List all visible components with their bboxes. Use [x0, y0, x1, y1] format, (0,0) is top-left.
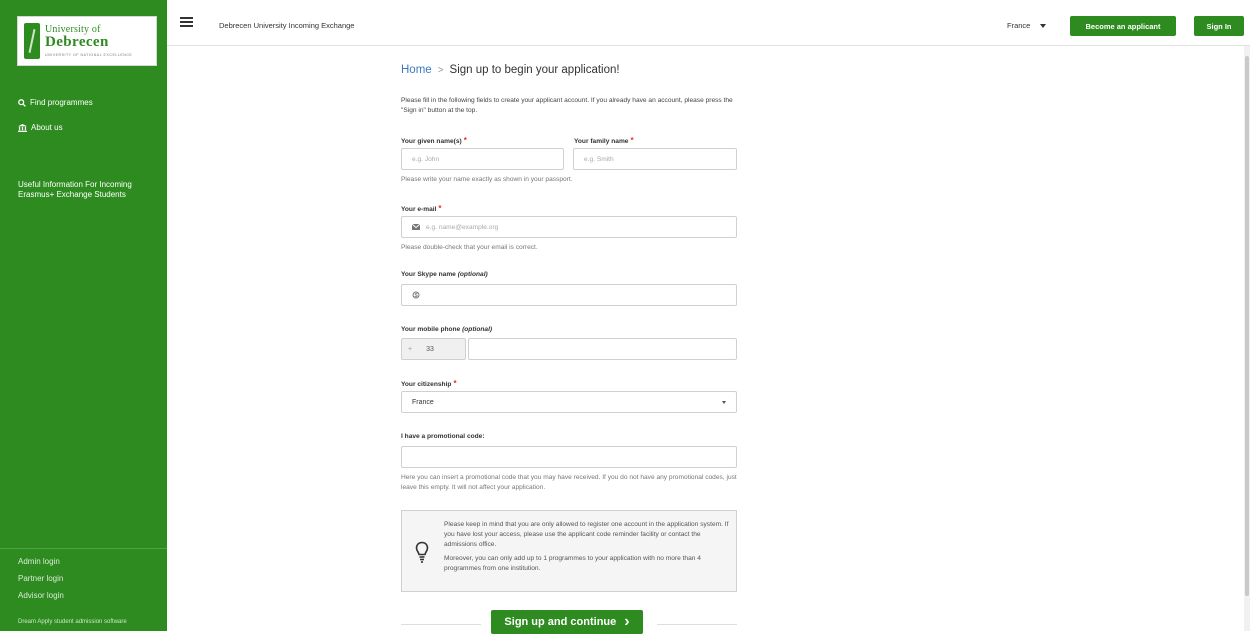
skype-label: Your Skype name (optional) [401, 271, 488, 278]
logo-emblem-icon [24, 23, 40, 59]
mobile-phone-label: Your mobile phone (optional) [401, 326, 493, 333]
institution-icon [18, 123, 27, 132]
sidebar-item-label: About us [31, 123, 63, 132]
skype-icon [412, 291, 420, 299]
phone-country-code-input[interactable]: + 33 [401, 338, 466, 360]
chevron-down-icon [1040, 23, 1047, 28]
email-label: Your e-mail * [401, 204, 442, 213]
required-marker: * [463, 136, 467, 145]
submit-row: Sign up and continue › [401, 608, 737, 634]
notice-paragraph: Moreover, you can only add up to 1 progr… [444, 555, 701, 572]
citizenship-label: Your citizenship * [401, 379, 457, 388]
envelope-icon [412, 224, 420, 230]
sign-up-continue-label: Sign up and continue [504, 616, 617, 628]
citizenship-select[interactable]: France [401, 391, 737, 413]
divider-line [401, 624, 481, 625]
notice-paragraph: Please keep in mind that you are only al… [444, 521, 729, 548]
notice-box: Please keep in mind that you are only al… [401, 510, 737, 592]
family-name-input[interactable]: e.g. Smith [573, 148, 737, 170]
chevron-right-icon: › [624, 613, 630, 630]
scrollbar[interactable] [1244, 46, 1250, 631]
required-marker: * [630, 136, 634, 145]
skype-input[interactable] [401, 284, 737, 306]
given-name-label: Your given name(s) * [401, 136, 467, 145]
country-selector[interactable]: France [1007, 21, 1047, 30]
lightbulb-icon [415, 541, 429, 563]
phone-country-code: 33 [426, 345, 434, 353]
promo-code-input[interactable] [401, 446, 737, 468]
sidebar-item-find-programmes[interactable]: Find programmes [18, 98, 93, 107]
breadcrumb-home-link[interactable]: Home [401, 64, 432, 76]
sidebar-item-label: Find programmes [30, 98, 93, 107]
university-logo[interactable]: University of Debrecen UNIVERSITY OF NAT… [17, 16, 157, 66]
chevron-down-icon [722, 400, 726, 404]
email-help-text: Please double-check that your email is c… [401, 244, 538, 251]
site-title[interactable]: Debrecen University Incoming Exchange [219, 21, 354, 30]
software-credit-link[interactable]: Dream Apply student admission software [18, 619, 127, 625]
country-selector-value: France [1007, 21, 1031, 30]
admin-login-link[interactable]: Admin login [18, 557, 60, 566]
logo-main-text: Debrecen [45, 34, 109, 50]
promo-code-label: I have a promotional code: [401, 433, 485, 440]
name-help-text: Please write your name exactly as shown … [401, 176, 573, 183]
logo-sub-text: UNIVERSITY OF NATIONAL EXCELLENCE [45, 53, 133, 57]
breadcrumb-separator: > [437, 64, 444, 76]
plus-sign: + [408, 345, 413, 353]
required-marker: * [438, 204, 442, 213]
sidebar-item-about-us[interactable]: About us [18, 123, 63, 132]
partner-login-link[interactable]: Partner login [18, 574, 63, 583]
required-marker: * [453, 379, 457, 388]
breadcrumb: Home > Sign up to begin your application… [401, 64, 620, 76]
become-applicant-button[interactable]: Become an applicant [1070, 16, 1176, 36]
divider-line [657, 624, 737, 625]
given-name-input[interactable]: e.g. John [401, 148, 564, 170]
advisor-login-link[interactable]: Advisor login [18, 591, 64, 600]
email-input[interactable]: e.g. name@example.org [401, 216, 737, 238]
top-bar: Debrecen University Incoming Exchange Fr… [167, 0, 1250, 46]
citizenship-value: France [412, 398, 434, 406]
sign-up-continue-button[interactable]: Sign up and continue › [491, 610, 643, 634]
intro-text: Please fill in the following fields to c… [401, 97, 733, 114]
sidebar-info-link[interactable]: Useful Information For Incoming Erasmus+… [18, 180, 158, 200]
phone-number-input[interactable] [468, 338, 737, 360]
promo-help-text: Here you can insert a promotional code t… [401, 474, 737, 491]
sidebar: University of Debrecen UNIVERSITY OF NAT… [0, 0, 167, 631]
scrollbar-thumb[interactable] [1245, 56, 1249, 596]
email-placeholder: e.g. name@example.org [426, 223, 499, 231]
menu-icon[interactable] [180, 17, 193, 27]
search-icon [18, 98, 26, 107]
sign-in-button[interactable]: Sign In [1194, 16, 1244, 36]
family-name-label: Your family name * [574, 136, 634, 145]
sidebar-divider [0, 548, 167, 549]
page-title: Sign up to begin your application! [449, 64, 620, 76]
notice-text: Please keep in mind that you are only al… [444, 520, 730, 574]
